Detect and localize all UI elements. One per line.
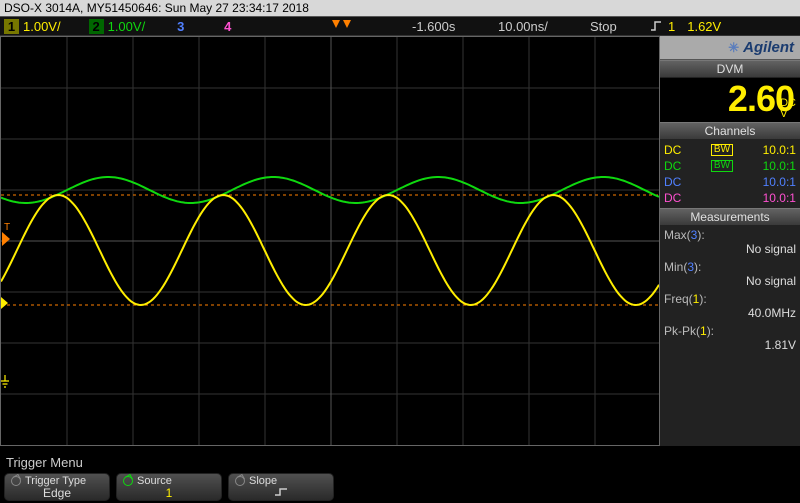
run-state: Stop bbox=[590, 19, 617, 34]
model-label: DSO-X 3014A bbox=[4, 1, 80, 15]
trigger-channel: 1 bbox=[668, 19, 675, 34]
softkey-trigger-type[interactable]: Trigger Type Edge bbox=[4, 473, 110, 501]
measurements-header: Measurements bbox=[660, 208, 800, 226]
agilent-logo-icon: ✳ bbox=[728, 40, 739, 55]
serial-label: MY51450646 bbox=[87, 1, 158, 15]
knob-icon bbox=[123, 476, 133, 486]
ch4-num: 4 bbox=[220, 19, 235, 34]
timebase-readout: 10.00ns/ bbox=[498, 19, 548, 34]
waveform-display[interactable]: T bbox=[0, 36, 660, 446]
svg-text:T: T bbox=[4, 222, 10, 233]
meas-freq1: Freq(1): 40.0MHz bbox=[664, 292, 796, 320]
meas-min3: Min(3): No signal bbox=[664, 260, 796, 288]
ch1-num: 1 bbox=[4, 19, 19, 34]
channel-list: DCBW10.0:1DCBW10.0:1DCBW10.0:1DCBW10.0:1 bbox=[660, 140, 800, 208]
knob-icon bbox=[235, 476, 245, 486]
softkey-slope[interactable]: Slope bbox=[228, 473, 334, 501]
rising-edge-icon bbox=[274, 487, 288, 497]
channel-row: DCBW10.0:1 bbox=[664, 142, 796, 158]
dvm-readout: 2.60 DCV bbox=[660, 78, 800, 122]
datetime-label: Sun May 27 23:34:17 2018 bbox=[165, 1, 309, 15]
ch1-vdiv: 1.00V/ bbox=[23, 19, 61, 34]
brand-header: ✳Agilent bbox=[660, 36, 800, 60]
channel-row: DCBW10.0:1 bbox=[664, 174, 796, 190]
softkey-bar: Trigger Type Edge Source 1 Slope bbox=[0, 471, 800, 503]
ch2-num: 2 bbox=[89, 19, 104, 34]
delay-readout: -1.600s bbox=[412, 19, 455, 34]
meas-max3: Max(3): No signal bbox=[664, 228, 796, 256]
edge-icon bbox=[650, 20, 662, 32]
ch3-num: 3 bbox=[173, 19, 188, 34]
meas-pkpk1: Pk-Pk(1): 1.81V bbox=[664, 324, 796, 352]
trigger-menu-title: Trigger Menu bbox=[6, 455, 83, 470]
ch2-vdiv: 1.00V/ bbox=[108, 19, 146, 34]
trigger-level: 1.62V bbox=[687, 19, 721, 34]
knob-icon bbox=[11, 476, 21, 486]
softkey-source[interactable]: Source 1 bbox=[116, 473, 222, 501]
dvm-header: DVM bbox=[660, 60, 800, 78]
channel-bar: 1 1.00V/ 2 1.00V/ 3 4 -1.600s 10.00ns/ S… bbox=[0, 16, 800, 36]
gnd-icon bbox=[0, 375, 12, 392]
channel-row: DCBW10.0:1 bbox=[664, 190, 796, 206]
channel-row: DCBW10.0:1 bbox=[664, 158, 796, 174]
side-panel: ✳Agilent DVM 2.60 DCV Channels DCBW10.0:… bbox=[660, 36, 800, 446]
channels-header: Channels bbox=[660, 122, 800, 140]
